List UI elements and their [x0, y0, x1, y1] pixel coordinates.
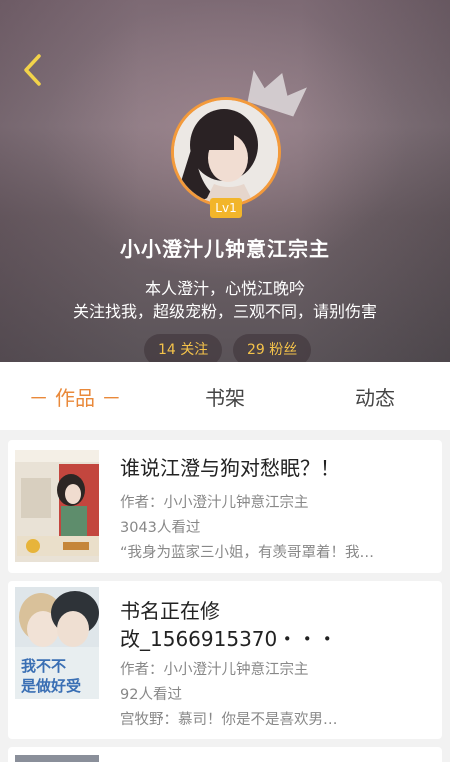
back-button[interactable] [12, 50, 52, 90]
book-cover: 我不不 是做好受 [15, 587, 99, 699]
book-card[interactable] [8, 747, 442, 762]
cover-title-line: 是做好受 [20, 677, 81, 695]
avatar-image [174, 100, 278, 204]
tab-bar: － 作品 － 书架 动态 [0, 362, 450, 430]
book-title-line: 改_1566915370・・・ [120, 627, 338, 651]
bio-line: 本人澄汁，心悦江晚吟 [144, 279, 305, 298]
bio-line: 关注找我，超级宠粉，三观不同，请别伤害 [72, 302, 377, 321]
book-author: 作者：小小澄汁儿钟意江宗主 [120, 662, 309, 678]
avatar[interactable] [171, 97, 281, 207]
tab-bookshelf[interactable]: 书架 [150, 362, 300, 430]
nickname: 小小澄汁儿钟意江宗主 [120, 237, 330, 261]
back-arrow-icon [24, 54, 41, 86]
book-views: 3043人看过 [120, 520, 201, 536]
book-title: 书名正在修 改_1566915370・・・ [120, 597, 430, 653]
tab-activity[interactable]: 动态 [300, 362, 450, 430]
book-excerpt: 宫牧野：慕司！你是不是喜欢男… [120, 712, 338, 728]
bio: 本人澄汁，心悦江晚吟 关注找我，超级宠粉，三观不同，请别伤害 [0, 277, 450, 323]
book-title-line: 书名正在修 [120, 599, 220, 623]
tab-works[interactable]: － 作品 － [0, 362, 150, 430]
book-card[interactable]: 我不不 是做好受 书名正在修 改_1566915370・・・ 作者：小小澄汁儿钟… [8, 581, 442, 739]
book-card[interactable]: 谁说江澄与狗对愁眠？！ 作者：小小澄汁儿钟意江宗主 3043人看过 “我身为蓝家… [8, 440, 442, 573]
following-count[interactable]: 14 关注 [144, 334, 223, 362]
cover-title-line: 我不不 [21, 657, 66, 675]
book-excerpt: “我身为蓝家三小姐，有羡哥罩着！我… [120, 545, 375, 561]
fans-count[interactable]: 29 粉丝 [233, 334, 312, 362]
book-author: 作者：小小澄汁儿钟意江宗主 [120, 495, 309, 511]
book-title: 谁说江澄与狗对愁眠？！ [120, 456, 340, 480]
level-badge: Lv1 [210, 198, 242, 218]
book-cover [15, 450, 99, 562]
profile-header: Lv1 小小澄汁儿钟意江宗主 本人澄汁，心悦江晚吟 关注找我，超级宠粉，三观不同… [0, 0, 450, 362]
book-cover [15, 755, 99, 762]
book-views: 92人看过 [120, 687, 182, 703]
